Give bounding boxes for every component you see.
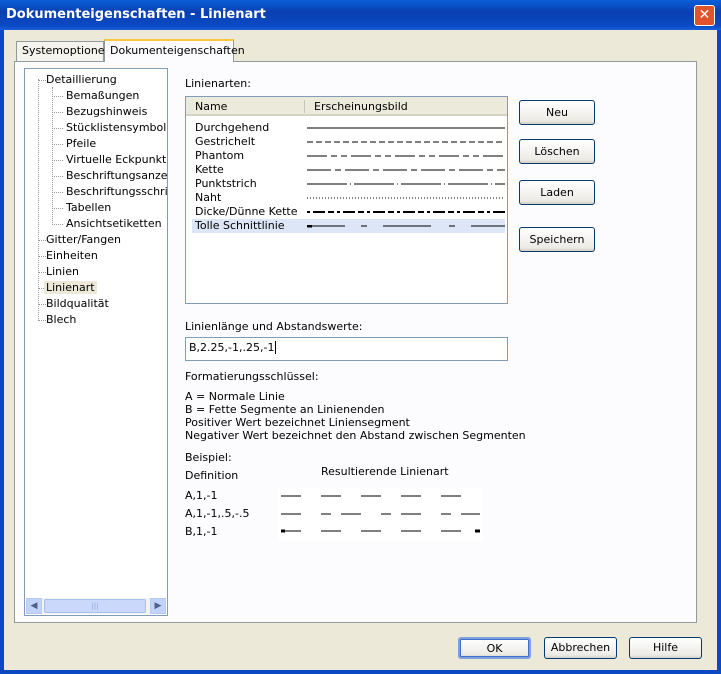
example-definition: A,1,-1,.5,-.5 [185, 507, 250, 520]
scroll-thumb[interactable]: ||| [44, 599, 146, 613]
tree-connector [52, 176, 63, 177]
ok-button[interactable]: OK [458, 637, 531, 659]
linestyle-list[interactable]: Name Erscheinungsbild Durchgehend Gestri… [185, 96, 508, 304]
linestyle-preview [307, 211, 505, 213]
linestyle-preview [307, 169, 505, 171]
column-separator[interactable] [304, 100, 305, 113]
tree-connector [38, 320, 46, 321]
tree-connector [52, 128, 63, 129]
linestyle-preview [307, 183, 505, 185]
list-header: Name Erscheinungsbild [186, 97, 507, 116]
tree-item-pfeile[interactable]: Pfeile [66, 137, 96, 150]
list-item[interactable]: Dicke/Dünne Kette [192, 205, 505, 219]
list-item[interactable]: Naht [192, 191, 505, 205]
example-line-previews [281, 495, 480, 533]
tree-connector [38, 304, 46, 305]
close-icon[interactable]: ✕ [694, 5, 715, 26]
tree-item-bezugshinweis[interactable]: Bezugshinweis [66, 105, 147, 118]
tree-item-einheiten[interactable]: Einheiten [46, 249, 98, 262]
tree-connector [52, 112, 63, 113]
linestyle-name: Naht [195, 191, 222, 204]
load-button[interactable]: Laden [519, 180, 595, 205]
linestyle-name: Kette [195, 163, 224, 176]
tree-item-detaillierung[interactable]: Detaillierung [46, 73, 117, 86]
tree-connector [38, 272, 46, 273]
tree-item-linienart[interactable]: Linienart [44, 281, 97, 294]
format-key-line: A = Normale Linie [185, 390, 285, 403]
list-item[interactable]: Kette [192, 163, 505, 177]
tree-connector [38, 80, 46, 81]
help-button[interactable]: Hilfe [629, 637, 702, 659]
cancel-button[interactable]: Abbrechen [544, 637, 617, 659]
new-button[interactable]: Neu [519, 100, 595, 125]
column-header-name[interactable]: Name [195, 100, 227, 113]
linestyle-preview [307, 155, 505, 157]
list-item[interactable]: Phantom [192, 149, 505, 163]
format-key-line: B = Fette Segmente an Linienenden [185, 403, 385, 416]
linestyle-name: Durchgehend [195, 121, 270, 134]
list-item[interactable]: Gestrichelt [192, 135, 505, 149]
tree-item-gitter-fangen[interactable]: Gitter/Fangen [46, 233, 121, 246]
save-button[interactable]: Speichern [519, 227, 595, 252]
tree-connector [38, 240, 46, 241]
tab-systemoptionen[interactable]: Systemoptionen [16, 41, 112, 61]
tree-connector [38, 256, 46, 257]
tree-item-blech[interactable]: Blech [46, 313, 76, 326]
linestyle-name: Punktstrich [195, 177, 257, 190]
linestyle-preview [307, 197, 505, 199]
linestyle-preview [307, 127, 505, 129]
tree-connector [52, 192, 63, 193]
linestyles-label: Linienarten: [185, 77, 251, 90]
example-preview-box [278, 488, 483, 542]
tree-connector [52, 96, 63, 97]
tab-dokumenteigenschaften[interactable]: Dokumenteigenschaften [104, 39, 245, 62]
example-label: Beispiel: [185, 451, 232, 464]
definition-label: Linienlänge und Abstandswerte: [185, 320, 363, 333]
tree-item-stuecklistensymbole[interactable]: Stücklistensymbole [66, 121, 167, 134]
tree-horizontal-scrollbar[interactable]: ◀ ||| ▶ [26, 598, 166, 614]
definition-value: B,2.25,-1,.25,-1 [189, 341, 275, 354]
tree-item-beschriftungsschriftart[interactable]: Beschriftungsschriftart [66, 185, 167, 198]
scroll-right-icon[interactable]: ▶ [150, 598, 166, 614]
format-key-line: Negativer Wert bezeichnet den Abstand zw… [185, 429, 526, 442]
text-cursor [275, 341, 280, 354]
column-header-appearance[interactable]: Erscheinungsbild [314, 100, 408, 113]
tree-item-linien[interactable]: Linien [46, 265, 79, 278]
tree-item-ansichtsetiketten[interactable]: Ansichtsetiketten [66, 217, 162, 230]
title-bar[interactable]: Dokumenteigenschaften - Linienart ✕ [0, 0, 721, 30]
tree-item-virtuelle-eckpunkte[interactable]: Virtuelle Eckpunkte [66, 153, 167, 166]
tree-connector [52, 144, 63, 145]
linestyle-preview [307, 141, 505, 143]
scroll-left-icon[interactable]: ◀ [26, 598, 42, 614]
tree-connector [38, 79, 39, 321]
window-title: Dokumenteigenschaften - Linienart [6, 7, 266, 22]
example-definition: B,1,-1 [185, 525, 218, 538]
definition-input[interactable]: B,2.25,-1,.25,-1 [185, 337, 508, 361]
example-col-definition: Definition [185, 469, 239, 482]
settings-tree[interactable]: Detaillierung Bemaßungen Bezugshinweis S… [24, 68, 168, 616]
example-definition: A,1,-1 [185, 489, 218, 502]
linestyle-name: Gestrichelt [195, 135, 256, 148]
tree-connector [52, 160, 63, 161]
tree-item-beschriftungsanzeige[interactable]: Beschriftungsanzeige [66, 169, 167, 182]
tree-item-bemassungen[interactable]: Bemaßungen [66, 89, 139, 102]
linestyle-preview [307, 225, 505, 228]
list-item[interactable]: Punktstrich [192, 177, 505, 191]
list-item-selected[interactable]: Tolle Schnittlinie [192, 219, 505, 233]
list-item[interactable]: Durchgehend [192, 121, 505, 135]
delete-button[interactable]: Löschen [519, 139, 595, 164]
format-key-line: Positiver Wert bezeichnet Liniensegment [185, 416, 410, 429]
linestyle-name: Dicke/Dünne Kette [195, 205, 298, 218]
tree-item-tabellen[interactable]: Tabellen [66, 201, 111, 214]
tree-connector [52, 208, 63, 209]
tree-connector [52, 87, 53, 225]
linestyle-name: Phantom [195, 149, 245, 162]
linestyle-name: Tolle Schnittlinie [195, 219, 285, 232]
format-key-label: Formatierungsschlüssel: [185, 370, 319, 383]
example-col-result: Resultierende Linienart [321, 465, 449, 478]
tree-connector [52, 224, 63, 225]
tree-item-bildqualitaet[interactable]: Bildqualität [46, 297, 109, 310]
